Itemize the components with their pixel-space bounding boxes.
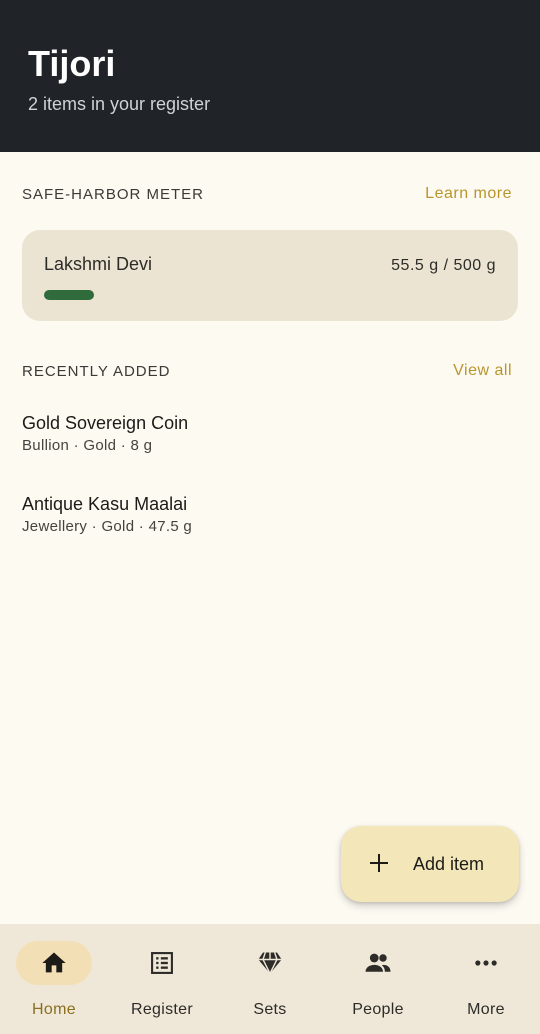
list-icon bbox=[148, 949, 176, 977]
list-item[interactable]: Gold Sovereign Coin Bullion · Gold · 8 g bbox=[22, 413, 518, 454]
nav-item-register[interactable]: Register bbox=[108, 924, 216, 1034]
safe-harbor-section-header: SAFE-HARBOR METER Learn more bbox=[22, 185, 512, 203]
meter-person-name: Lakshmi Devi bbox=[44, 254, 153, 274]
people-icon bbox=[363, 948, 393, 978]
item-meta: Bullion · Gold · 8 g bbox=[22, 437, 153, 454]
nav-label-sets: Sets bbox=[253, 1001, 287, 1018]
recently-added-title: RECENTLY ADDED bbox=[22, 362, 171, 380]
nav-item-people[interactable]: People bbox=[324, 924, 432, 1034]
app-title: Tijori bbox=[28, 43, 116, 84]
diamond-icon bbox=[256, 949, 284, 977]
bottom-navigation: Home Register Sets People More bbox=[0, 924, 540, 1034]
more-horizontal-icon bbox=[472, 949, 500, 977]
meter-progress-fill bbox=[44, 290, 95, 300]
item-title: Gold Sovereign Coin bbox=[22, 413, 189, 433]
item-meta: Jewellery · Gold · 47.5 g bbox=[22, 518, 193, 535]
nav-icon-slot bbox=[340, 941, 416, 985]
add-item-label: Add item bbox=[413, 853, 485, 874]
nav-item-more[interactable]: More bbox=[432, 924, 540, 1034]
meter-progress-track bbox=[44, 290, 496, 300]
nav-item-sets[interactable]: Sets bbox=[216, 924, 324, 1034]
item-title: Antique Kasu Maalai bbox=[22, 494, 188, 514]
home-icon bbox=[40, 949, 68, 977]
nav-active-indicator bbox=[16, 941, 92, 985]
nav-label-people: People bbox=[352, 1001, 404, 1018]
recent-section-header: RECENTLY ADDED View all bbox=[22, 362, 512, 380]
nav-icon-slot bbox=[124, 941, 200, 985]
nav-label-more: More bbox=[467, 1001, 505, 1018]
nav-item-home[interactable]: Home bbox=[0, 924, 108, 1034]
add-item-button[interactable]: Add item bbox=[341, 826, 519, 902]
meter-row: Lakshmi Devi 55.5 g / 500 g bbox=[44, 254, 496, 275]
safe-harbor-title: SAFE-HARBOR METER bbox=[22, 185, 205, 203]
view-all-link[interactable]: View all bbox=[453, 362, 512, 380]
app-header: Tijori 2 items in your register bbox=[0, 0, 540, 152]
nav-label-home: Home bbox=[32, 1001, 76, 1018]
meter-value: 55.5 g / 500 g bbox=[391, 257, 496, 274]
nav-icon-slot bbox=[448, 941, 524, 985]
list-item[interactable]: Antique Kasu Maalai Jewellery · Gold · 4… bbox=[22, 494, 518, 535]
plus-icon bbox=[367, 851, 391, 878]
nav-icon-slot bbox=[232, 941, 308, 985]
register-count: 2 items in your register bbox=[28, 94, 211, 114]
learn-more-link[interactable]: Learn more bbox=[425, 185, 512, 203]
nav-label-register: Register bbox=[131, 1001, 193, 1018]
safe-harbor-meter-card[interactable]: Lakshmi Devi 55.5 g / 500 g bbox=[22, 230, 518, 321]
